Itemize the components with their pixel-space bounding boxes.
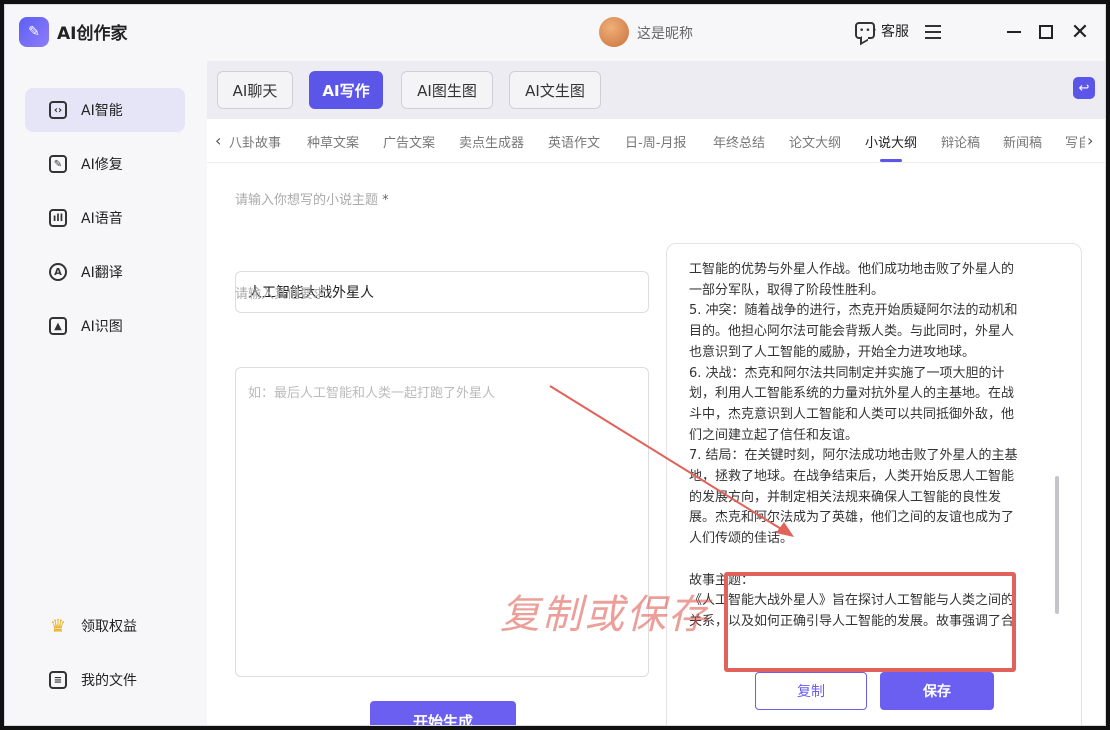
result-line: 一部分军队，取得了阶段性胜利。 bbox=[689, 282, 885, 298]
result-line: 地，拯救了地球。在战争结束后，人类开始反思人工智能 bbox=[689, 469, 1015, 485]
tab-ai-writing[interactable]: AI写作 bbox=[309, 71, 383, 109]
category-item[interactable]: 年终总结 bbox=[713, 132, 765, 151]
result-line: 6. 决战：杰克和阿尔法共同制定并实施了一项大胆的计 bbox=[689, 365, 1005, 381]
sidebar-item-ai-repair[interactable]: ✎ AI修复 bbox=[25, 142, 185, 186]
sidebar: ‹› AI智能 ✎ AI修复 ıll AI语音 A AI翻译 ▲ AI识图 ♛ … bbox=[5, 61, 205, 725]
maximize-icon[interactable] bbox=[1033, 19, 1059, 45]
file-icon: ≡ bbox=[49, 671, 67, 689]
topic-label: 请输入你想写的小说主题 * bbox=[235, 193, 389, 208]
result-line: 展。杰克和阿尔法成为了英雄，他们之间的友谊也成为了 bbox=[689, 510, 1015, 526]
sidebar-item-ai-voice[interactable]: ıll AI语音 bbox=[25, 196, 185, 240]
sidebar-item-label: AI识图 bbox=[81, 319, 123, 335]
requirements-label: 请输入其他要求 bbox=[235, 287, 327, 302]
category-bar: ‹ 八卦故事 种草文案 广告文案 卖点生成器 英语作文 日-周-月报 年终总结 … bbox=[207, 119, 1105, 163]
result-line: 也意识到了人工智能的威胁，开始全力进攻地球。 bbox=[689, 344, 976, 360]
active-category-underline bbox=[880, 159, 902, 162]
result-line: 划，利用人工智能系统的力量对抗外星人的主基地。在战 bbox=[689, 386, 1015, 402]
sidebar-item-label: AI翻译 bbox=[81, 265, 123, 281]
result-line bbox=[689, 550, 1045, 571]
user-nickname[interactable]: 这是昵称 bbox=[637, 23, 693, 43]
result-line: 目的。他担心阿尔法可能会背叛人类。与此同时，外星人 bbox=[689, 324, 1015, 340]
result-line: 们之间建立起了信任和友谊。 bbox=[689, 427, 859, 443]
result-line: 的发展方向，并制定相关法规来确保人工智能的良性发 bbox=[689, 489, 1002, 505]
category-item-active[interactable]: 小说大纲 bbox=[865, 132, 917, 151]
sidebar-item-my-files[interactable]: ≡ 我的文件 bbox=[25, 658, 185, 702]
category-item[interactable]: 广告文案 bbox=[383, 132, 435, 151]
sidebar-item-label: 领取权益 bbox=[81, 619, 137, 635]
sidebar-item-label: AI修复 bbox=[81, 157, 123, 173]
copy-button[interactable]: 复制 bbox=[755, 672, 867, 710]
repair-icon: ✎ bbox=[49, 155, 67, 173]
result-line: 7. 结局：在关键时刻，阿尔法成功地击败了外星人的主基 bbox=[689, 448, 1018, 464]
minimize-icon[interactable] bbox=[1001, 19, 1027, 45]
category-item[interactable]: 英语作文 bbox=[548, 132, 600, 151]
category-item[interactable]: 新闻稿 bbox=[1003, 132, 1042, 151]
category-item[interactable]: 卖点生成器 bbox=[459, 132, 524, 151]
menu-icon[interactable] bbox=[925, 25, 941, 39]
tab-ai-chat[interactable]: AI聊天 bbox=[217, 71, 293, 109]
app-logo-icon: ✎ bbox=[19, 17, 49, 47]
sidebar-item-label: AI智能 bbox=[81, 103, 123, 119]
chat-ai-icon: ‹› bbox=[49, 101, 67, 119]
sidebar-item-ai-image-recognition[interactable]: ▲ AI识图 bbox=[25, 304, 185, 348]
sidebar-item-benefits[interactable]: ♛ 领取权益 bbox=[25, 604, 185, 648]
title-bar: ✎ AI创作家 这是昵称 ••• 客服 ✕ bbox=[5, 5, 1105, 61]
app-title: AI创作家 bbox=[57, 24, 128, 44]
tab-ai-text-to-image[interactable]: AI文生图 bbox=[509, 71, 601, 109]
annotation-label: 复制或保存 bbox=[500, 592, 710, 638]
save-button[interactable]: 保存 bbox=[880, 672, 994, 710]
annotation-highlight-box bbox=[724, 572, 1016, 672]
result-line: 斗中，杰克意识到人工智能和人类可以共同抵御外敌，他 bbox=[689, 406, 1015, 422]
result-line: 人们传颂的佳话。 bbox=[689, 531, 794, 547]
customer-service-icon[interactable]: ••• bbox=[855, 22, 877, 39]
close-icon[interactable]: ✕ bbox=[1067, 19, 1093, 45]
tab-ai-image-to-image[interactable]: AI图生图 bbox=[401, 71, 493, 109]
category-item[interactable]: 种草文案 bbox=[307, 132, 359, 151]
avatar[interactable] bbox=[599, 17, 629, 47]
sidebar-item-ai-smart[interactable]: ‹› AI智能 bbox=[25, 88, 185, 132]
sidebar-item-label: AI语音 bbox=[81, 211, 123, 227]
sidebar-item-label: 我的文件 bbox=[81, 673, 137, 689]
customer-service-label[interactable]: 客服 bbox=[881, 21, 909, 41]
translate-icon: A bbox=[49, 263, 67, 281]
result-line: 5. 冲突：随着战争的进行，杰克开始质疑阿尔法的动机和 bbox=[689, 303, 1018, 319]
scrollbar[interactable] bbox=[1055, 476, 1059, 614]
category-item[interactable]: 论文大纲 bbox=[789, 132, 841, 151]
mode-tabs: AI聊天 AI写作 AI图生图 AI文生图 ↩ bbox=[207, 61, 1095, 119]
generate-button[interactable]: 开始生成 bbox=[370, 701, 516, 725]
back-icon[interactable]: ↩ bbox=[1073, 77, 1095, 99]
chevron-right-icon[interactable]: › bbox=[1087, 131, 1093, 150]
category-item[interactable]: 辩论稿 bbox=[941, 132, 980, 151]
voice-icon: ıll bbox=[49, 209, 67, 227]
category-item[interactable]: 八卦故事 bbox=[229, 132, 281, 151]
sidebar-item-ai-translate[interactable]: A AI翻译 bbox=[25, 250, 185, 294]
crown-icon: ♛ bbox=[49, 615, 67, 637]
category-item[interactable]: 写自 bbox=[1065, 132, 1085, 151]
category-item[interactable]: 日-周-月报 bbox=[625, 132, 686, 151]
image-recognition-icon: ▲ bbox=[49, 317, 67, 335]
result-line: 工智能的优势与外星人作战。他们成功地击败了外星人的 bbox=[689, 262, 1015, 277]
chevron-left-icon[interactable]: ‹ bbox=[215, 131, 221, 150]
